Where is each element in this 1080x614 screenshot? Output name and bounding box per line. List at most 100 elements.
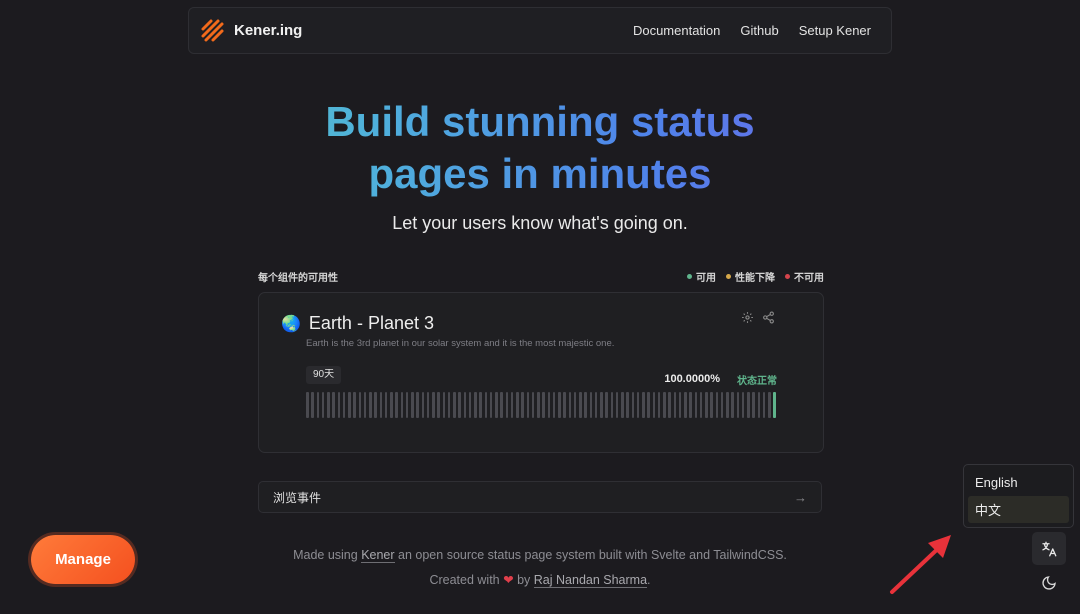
nav-link-github[interactable]: Github — [740, 23, 778, 38]
uptime-bar[interactable] — [594, 392, 598, 418]
uptime-bar[interactable] — [621, 392, 624, 418]
uptime-bar[interactable] — [605, 392, 608, 418]
nav-link-setup-kener[interactable]: Setup Kener — [799, 23, 871, 38]
uptime-bar[interactable] — [537, 392, 540, 418]
uptime-bar[interactable] — [510, 392, 514, 418]
manage-button[interactable]: Manage — [31, 535, 135, 584]
uptime-bar[interactable] — [489, 392, 493, 418]
settings-gear-icon[interactable] — [741, 311, 754, 324]
uptime-bar[interactable] — [741, 392, 745, 418]
uptime-bar[interactable] — [311, 392, 314, 418]
uptime-bar[interactable] — [636, 392, 640, 418]
uptime-bar[interactable] — [684, 392, 687, 418]
uptime-bar[interactable] — [521, 392, 524, 418]
uptime-bar[interactable] — [673, 392, 676, 418]
uptime-bar[interactable] — [736, 392, 739, 418]
uptime-bar[interactable] — [453, 392, 456, 418]
uptime-bar[interactable] — [584, 392, 587, 418]
uptime-bar[interactable] — [610, 392, 613, 418]
kener-link[interactable]: Kener — [361, 548, 395, 563]
uptime-bar[interactable] — [321, 392, 325, 418]
uptime-bar[interactable] — [720, 392, 724, 418]
uptime-bar[interactable] — [631, 392, 634, 418]
uptime-bar[interactable] — [689, 392, 692, 418]
uptime-bar[interactable] — [348, 392, 351, 418]
range-selector[interactable]: 90天 — [306, 366, 342, 384]
uptime-bar[interactable] — [316, 392, 319, 418]
brand-logo[interactable]: Kener.ing — [200, 18, 302, 44]
share-icon[interactable] — [762, 311, 775, 324]
uptime-bar[interactable] — [384, 392, 388, 418]
uptime-bar[interactable] — [442, 392, 445, 418]
uptime-bar[interactable] — [657, 392, 661, 418]
uptime-bar[interactable] — [421, 392, 424, 418]
uptime-bar[interactable] — [542, 392, 545, 418]
uptime-bar[interactable] — [615, 392, 619, 418]
uptime-bar[interactable] — [573, 392, 577, 418]
uptime-bar[interactable] — [332, 392, 335, 418]
uptime-bar[interactable] — [762, 392, 766, 418]
uptime-bar[interactable] — [757, 392, 760, 418]
uptime-bar[interactable] — [369, 392, 372, 418]
uptime-bar[interactable] — [642, 392, 645, 418]
uptime-bar[interactable] — [468, 392, 472, 418]
uptime-bar[interactable] — [715, 392, 718, 418]
translate-icon[interactable] — [1032, 532, 1066, 565]
uptime-bar[interactable] — [710, 392, 713, 418]
uptime-bar[interactable] — [552, 392, 556, 418]
uptime-bar[interactable] — [358, 392, 361, 418]
uptime-bar[interactable] — [773, 392, 776, 418]
language-option-chinese[interactable]: 中文 — [968, 496, 1069, 523]
uptime-bar[interactable] — [327, 392, 330, 418]
uptime-bar[interactable] — [447, 392, 451, 418]
uptime-bar[interactable] — [416, 392, 419, 418]
uptime-bar[interactable] — [479, 392, 482, 418]
uptime-bar[interactable] — [363, 392, 367, 418]
uptime-bar[interactable] — [705, 392, 708, 418]
uptime-bar[interactable] — [647, 392, 650, 418]
uptime-bar[interactable] — [694, 392, 697, 418]
browse-events-bar[interactable]: 浏览事件 → — [258, 481, 822, 513]
uptime-bar[interactable] — [626, 392, 629, 418]
uptime-bar[interactable] — [474, 392, 477, 418]
uptime-bar[interactable] — [663, 392, 666, 418]
moon-icon[interactable] — [1036, 570, 1062, 596]
uptime-bar[interactable] — [600, 392, 603, 418]
uptime-bar[interactable] — [668, 392, 671, 418]
uptime-bar[interactable] — [411, 392, 414, 418]
uptime-bar[interactable] — [726, 392, 729, 418]
uptime-bar[interactable] — [678, 392, 682, 418]
uptime-bar[interactable] — [484, 392, 487, 418]
uptime-bar[interactable] — [558, 392, 561, 418]
uptime-bar[interactable] — [589, 392, 592, 418]
uptime-bar[interactable] — [458, 392, 461, 418]
uptime-bar[interactable] — [526, 392, 529, 418]
uptime-bar[interactable] — [395, 392, 398, 418]
uptime-bar[interactable] — [353, 392, 356, 418]
uptime-bar[interactable] — [342, 392, 346, 418]
uptime-bar[interactable] — [747, 392, 750, 418]
author-link[interactable]: Raj Nandan Sharma — [533, 573, 648, 588]
uptime-bar[interactable] — [699, 392, 703, 418]
uptime-bar[interactable] — [306, 392, 309, 418]
uptime-bar[interactable] — [500, 392, 503, 418]
uptime-bar[interactable] — [437, 392, 440, 418]
uptime-bar[interactable] — [379, 392, 382, 418]
uptime-bar[interactable] — [463, 392, 466, 418]
uptime-bar[interactable] — [731, 392, 734, 418]
uptime-bar[interactable] — [547, 392, 550, 418]
uptime-bar[interactable] — [652, 392, 655, 418]
uptime-bar[interactable] — [426, 392, 430, 418]
uptime-bar[interactable] — [568, 392, 571, 418]
uptime-bar[interactable] — [405, 392, 409, 418]
uptime-bar[interactable] — [495, 392, 498, 418]
uptime-bar[interactable] — [768, 392, 771, 418]
uptime-bar[interactable] — [505, 392, 508, 418]
nav-link-documentation[interactable]: Documentation — [633, 23, 720, 38]
uptime-bar[interactable] — [374, 392, 377, 418]
uptime-bar[interactable] — [400, 392, 403, 418]
uptime-bar[interactable] — [752, 392, 755, 418]
uptime-bar[interactable] — [531, 392, 535, 418]
uptime-bar[interactable] — [390, 392, 393, 418]
uptime-bar[interactable] — [516, 392, 519, 418]
